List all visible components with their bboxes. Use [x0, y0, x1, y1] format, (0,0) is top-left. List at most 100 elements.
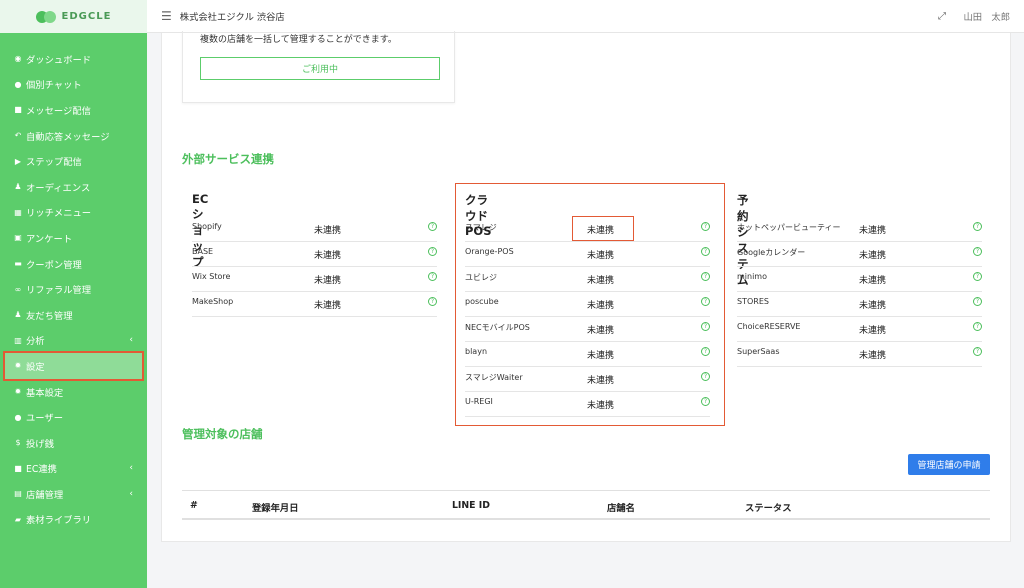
- sidebar-item-label: 設定: [26, 361, 45, 373]
- service-name: ChoiceRESERVE: [737, 322, 801, 331]
- help-icon[interactable]: ?: [973, 247, 982, 256]
- help-icon[interactable]: ?: [973, 272, 982, 281]
- multi-store-card: 複数の店舗を一括して管理することができます。 ご利用中: [182, 31, 455, 103]
- connection-status[interactable]: 未連携: [587, 348, 614, 361]
- sidebar-item[interactable]: ♟ 友だち管理: [0, 302, 147, 328]
- grid-icon: ▦: [14, 207, 22, 217]
- help-icon[interactable]: ?: [701, 397, 710, 406]
- service-name: blayn: [465, 347, 488, 356]
- sidebar-item[interactable]: ■ EC連携 ‹: [0, 456, 147, 482]
- service-row: U-REGI 未連携?: [465, 392, 710, 417]
- sidebar-item[interactable]: ● ユーザー: [0, 404, 147, 430]
- multi-store-description: 複数の店舗を一括して管理することができます。: [200, 35, 397, 45]
- service-row: ユビレジ 未連携?: [465, 267, 710, 292]
- help-icon[interactable]: ?: [701, 322, 710, 331]
- coupon-icon: ▬: [14, 259, 22, 269]
- connection-status[interactable]: 未連携: [587, 323, 614, 336]
- service-name: Googleカレンダー: [737, 248, 806, 257]
- th-number[interactable]: #: [190, 500, 198, 511]
- connection-status[interactable]: 未連携: [314, 273, 341, 286]
- connection-status[interactable]: 未連携: [314, 223, 341, 236]
- help-icon[interactable]: ?: [701, 272, 710, 281]
- top-header: ☰ 株式会社エジクル 渋谷店 ⤢ 山田 太郎: [147, 0, 1024, 33]
- message-icon: ■: [14, 105, 22, 115]
- help-icon[interactable]: ?: [428, 222, 437, 231]
- sidebar-item-label: 店舗管理: [26, 489, 64, 501]
- sidebar-item[interactable]: ● 個別チャット: [0, 72, 147, 98]
- sidebar-item[interactable]: ▬ クーポン管理: [0, 251, 147, 277]
- sidebar-item[interactable]: $ 投げ銭: [0, 430, 147, 456]
- connection-status[interactable]: 未連携: [859, 323, 886, 336]
- connection-status[interactable]: 未連携: [587, 373, 614, 386]
- connection-status[interactable]: 未連携: [587, 248, 614, 261]
- sidebar-item-label: 自動応答メッセージ: [26, 131, 110, 143]
- sidebar-item-label: リッチメニュー: [26, 208, 92, 220]
- help-icon[interactable]: ?: [701, 372, 710, 381]
- help-icon[interactable]: ?: [973, 297, 982, 306]
- connection-status[interactable]: 未連携: [587, 273, 614, 286]
- connection-status[interactable]: 未連携: [314, 248, 341, 261]
- help-icon[interactable]: ?: [428, 272, 437, 281]
- help-icon[interactable]: ?: [973, 222, 982, 231]
- connection-status[interactable]: 未連携: [859, 248, 886, 261]
- connection-status[interactable]: 未連携: [859, 298, 886, 311]
- sidebar-item[interactable]: ▦ リッチメニュー: [0, 200, 147, 226]
- connection-status[interactable]: 未連携: [859, 223, 886, 236]
- help-icon[interactable]: ?: [701, 222, 710, 231]
- service-row: BASE 未連携?: [192, 242, 437, 267]
- service-name: ユビレジ: [465, 273, 497, 282]
- connection-status[interactable]: 未連携: [587, 398, 614, 411]
- th-status[interactable]: ステータス: [745, 500, 792, 514]
- gear-icon: ✹: [14, 361, 22, 371]
- sidebar-item[interactable]: ✹ 設定: [3, 351, 144, 381]
- hamburger-menu-icon[interactable]: ☰: [161, 9, 172, 23]
- connection-status[interactable]: 未連携: [859, 273, 886, 286]
- logo-mark-icon: [35, 10, 56, 23]
- help-icon[interactable]: ?: [428, 297, 437, 306]
- logo[interactable]: EDGCLE: [0, 0, 147, 33]
- sidebar-item[interactable]: ✹ 基本設定: [0, 379, 147, 405]
- sidebar-item-label: リファラル管理: [26, 285, 92, 297]
- sidebar-item[interactable]: ▥ 分析 ‹: [0, 328, 147, 354]
- th-line-id[interactable]: LINE ID: [452, 500, 490, 511]
- apply-store-button[interactable]: 管理店舗の申請: [908, 454, 990, 475]
- service-name: STORES: [737, 297, 769, 306]
- dollar-icon: $: [15, 438, 21, 448]
- service-name: U-REGI: [465, 397, 493, 406]
- sidebar-item[interactable]: ▶ ステップ配信: [0, 148, 147, 174]
- fullscreen-icon[interactable]: ⤢: [938, 11, 946, 22]
- help-icon[interactable]: ?: [973, 322, 982, 331]
- sidebar-item-label: 投げ銭: [26, 438, 54, 450]
- sidebar-nav: ◉ ダッシュボード ● 個別チャット ■ メッセージ配信 ↶ 自動応答メッセージ ▶ ステップ配信…: [0, 33, 147, 532]
- play-icon: ▶: [14, 156, 22, 166]
- help-icon[interactable]: ?: [701, 297, 710, 306]
- external-services-title: 外部サービス連携: [182, 152, 274, 166]
- sidebar-item[interactable]: ♟ オーディエンス: [0, 174, 147, 200]
- th-store-name[interactable]: 店舗名: [607, 500, 635, 514]
- bag-icon: ■: [14, 463, 22, 473]
- main-content: 複数の店舗を一括して管理することができます。 ご利用中 外部サービス連携 ECシ…: [161, 31, 1011, 542]
- chevron-left-icon: ‹: [129, 463, 133, 474]
- service-name: poscube: [465, 297, 499, 306]
- sidebar-item[interactable]: ◉ ダッシュボード: [0, 46, 147, 72]
- sidebar-item[interactable]: ∞ リファラル管理: [0, 276, 147, 302]
- sidebar-item[interactable]: ▤ 店舗管理 ‹: [0, 481, 147, 507]
- connection-status[interactable]: 未連携: [314, 298, 341, 311]
- user-name[interactable]: 山田 太郎: [964, 9, 1011, 23]
- help-icon[interactable]: ?: [428, 247, 437, 256]
- chart-icon: ▥: [14, 335, 22, 345]
- connection-status[interactable]: 未連携: [587, 298, 614, 311]
- service-row: STORES 未連携?: [737, 292, 982, 317]
- connection-status[interactable]: 未連携: [859, 348, 886, 361]
- sidebar-item[interactable]: ▣ アンケート: [0, 225, 147, 251]
- chat-icon: ●: [14, 79, 22, 89]
- sidebar-item[interactable]: ↶ 自動応答メッセージ: [0, 123, 147, 149]
- help-icon[interactable]: ?: [973, 347, 982, 356]
- sidebar-item[interactable]: ▰ 素材ライブラリ: [0, 507, 147, 533]
- sidebar-item[interactable]: ■ メッセージ配信: [0, 97, 147, 123]
- service-row: blayn 未連携?: [465, 342, 710, 367]
- help-icon[interactable]: ?: [701, 347, 710, 356]
- in-use-button[interactable]: ご利用中: [200, 57, 440, 80]
- th-registered-date[interactable]: 登録年月日: [252, 500, 299, 514]
- help-icon[interactable]: ?: [701, 247, 710, 256]
